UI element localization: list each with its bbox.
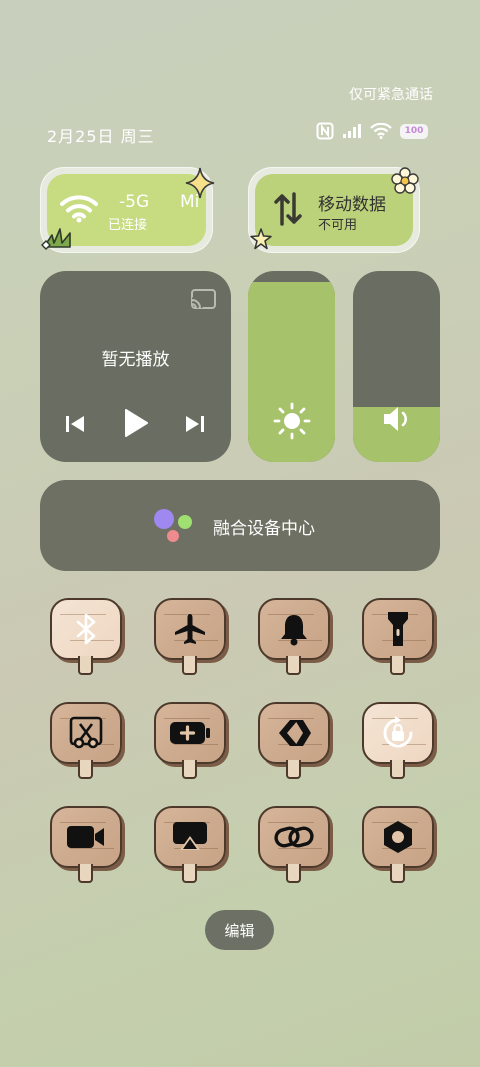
mobile-data-tile[interactable]: 移动数据 不可用: [248, 167, 420, 253]
toggle-post: [78, 760, 93, 779]
toggle-post: [182, 864, 197, 883]
date-text: 2月25日 周三: [47, 127, 155, 146]
emergency-call-text: 仅可紧急通话: [349, 87, 433, 103]
toggle-post: [78, 864, 93, 883]
media-player-card[interactable]: 暂无播放: [40, 271, 231, 462]
edit-button[interactable]: 编辑: [205, 910, 274, 950]
toggle-settings[interactable]: [360, 806, 434, 886]
device-center-label: 融合设备中心: [213, 519, 315, 539]
toggle-post: [390, 656, 405, 675]
flower-icon: [391, 167, 419, 194]
wifi-status: 已连接: [108, 218, 148, 233]
device-center-icon: [154, 509, 192, 542]
toggle-post: [286, 760, 301, 779]
toggle-sign: [154, 702, 226, 764]
next-icon[interactable]: [184, 414, 206, 434]
toggle-sign: [258, 702, 330, 764]
toggle-screenshot[interactable]: [48, 702, 122, 782]
toggle-sign: [362, 806, 434, 868]
media-label: 暂无播放: [101, 350, 170, 370]
toggle-screen-record[interactable]: [48, 806, 122, 886]
nfc-icon: [316, 122, 334, 140]
toggle-post: [286, 656, 301, 675]
wifi-tile[interactable]: -5G Mi 已连接: [40, 167, 215, 253]
mobile-data-status: 不可用: [318, 218, 358, 233]
toggle-post: [78, 656, 93, 675]
status-icons: 100: [316, 122, 428, 140]
toggle-connect[interactable]: [256, 702, 330, 782]
toggle-sign: [50, 806, 122, 868]
toggle-sign: [154, 806, 226, 868]
sparkle-icon: [185, 167, 215, 199]
toggle-flashlight[interactable]: [360, 598, 434, 678]
previous-icon[interactable]: [64, 414, 86, 434]
toggle-bell[interactable]: [256, 598, 330, 678]
device-center-card[interactable]: 融合设备中心: [40, 480, 440, 571]
toggle-sign: [362, 702, 434, 764]
grass-icon: [41, 228, 71, 250]
sun-icon: [273, 402, 311, 440]
signal-icon: [343, 124, 361, 138]
volume-slider[interactable]: [353, 271, 440, 462]
toggle-sign: [258, 806, 330, 868]
wifi-network-name: -5G: [119, 192, 150, 212]
toggle-post: [390, 864, 405, 883]
toggle-post: [182, 760, 197, 779]
mobile-data-title: 移动数据: [318, 195, 386, 215]
toggle-sign: [362, 598, 434, 660]
toggle-rotation-lock[interactable]: [360, 702, 434, 782]
toggle-post: [390, 760, 405, 779]
toggle-link[interactable]: [256, 806, 330, 886]
play-icon[interactable]: [122, 407, 150, 439]
battery-indicator: 100: [400, 123, 428, 139]
toggle-sign: [258, 598, 330, 660]
cast-icon[interactable]: [190, 288, 217, 310]
brightness-slider[interactable]: [248, 271, 335, 462]
toggle-sign: [50, 702, 122, 764]
toggle-sign: [154, 598, 226, 660]
speaker-icon: [384, 407, 407, 431]
toggle-airplane[interactable]: [152, 598, 226, 678]
mobile-data-icon: [274, 192, 302, 226]
toggle-cast-screen[interactable]: [152, 806, 226, 886]
toggle-post: [182, 656, 197, 675]
toggle-battery-saver[interactable]: [152, 702, 226, 782]
star-icon: [250, 228, 272, 250]
wifi-status-icon: [370, 123, 392, 139]
toggle-bluetooth[interactable]: [48, 598, 122, 678]
toggle-post: [286, 864, 301, 883]
toggle-sign: [50, 598, 122, 660]
wifi-icon: [60, 195, 98, 223]
